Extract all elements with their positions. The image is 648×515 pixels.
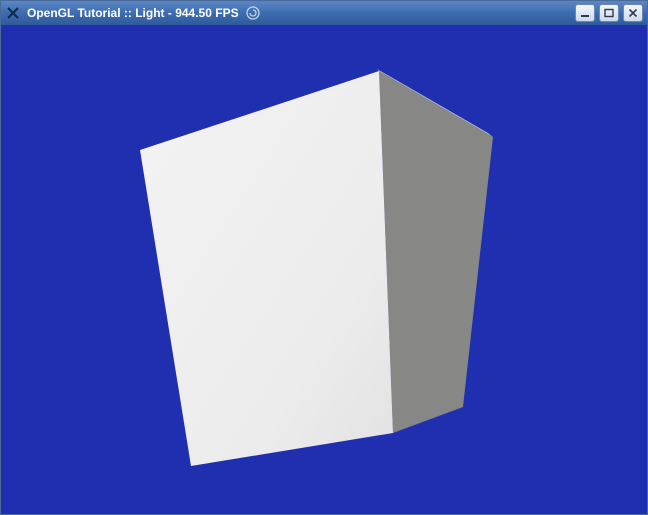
maximize-icon: [604, 8, 614, 18]
cube-side-face: [379, 71, 493, 433]
close-button[interactable]: [623, 4, 643, 22]
cube-front-face: [140, 71, 393, 466]
opengl-viewport[interactable]: [1, 25, 647, 514]
window-title: OpenGL Tutorial :: Light - 944.50 FPS: [27, 6, 239, 20]
title-bar[interactable]: OpenGL Tutorial :: Light - 944.50 FPS: [1, 1, 647, 25]
minimize-button[interactable]: [575, 4, 595, 22]
cube-render: [1, 25, 647, 514]
maximize-button[interactable]: [599, 4, 619, 22]
window-controls: [575, 4, 643, 22]
x-app-icon: [5, 5, 21, 21]
swirl-icon: [245, 5, 261, 21]
application-window: OpenGL Tutorial :: Light - 944.50 FPS: [0, 0, 648, 515]
minimize-icon: [580, 8, 590, 18]
close-icon: [628, 8, 638, 18]
